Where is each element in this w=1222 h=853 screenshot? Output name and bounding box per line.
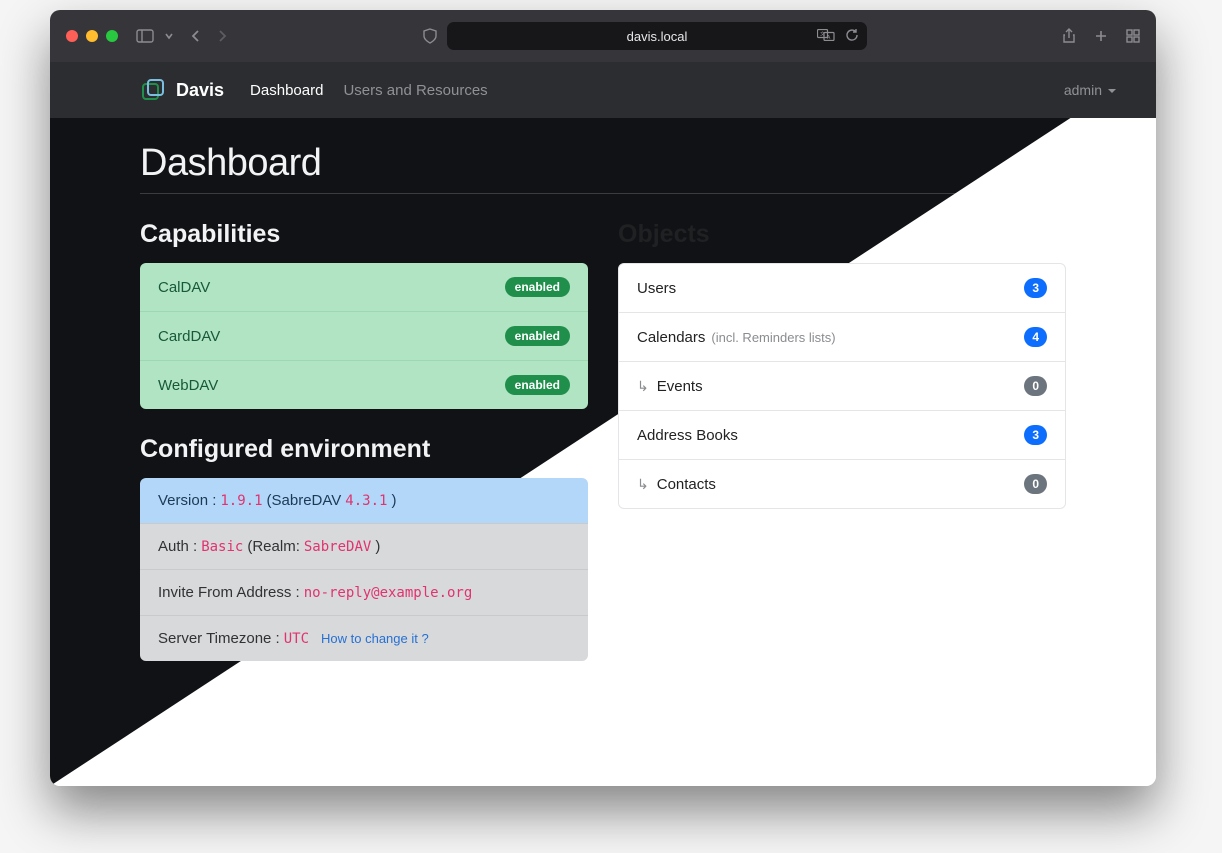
capability-name: CardDAV xyxy=(158,328,220,345)
object-label: Contacts xyxy=(657,476,716,493)
environment-list: Version : 1.9.1 (SabreDAV 4.3.1 ) Auth :… xyxy=(140,478,588,661)
object-calendars[interactable]: Calendars (incl. Reminders lists) 4 xyxy=(619,313,1065,362)
capability-webdav: WebDAV enabled xyxy=(140,361,588,409)
reload-icon[interactable] xyxy=(845,28,859,45)
object-users[interactable]: Users 3 xyxy=(619,264,1065,313)
traffic-lights xyxy=(66,30,118,42)
page-content: Davis Dashboard Users and Resources admi… xyxy=(50,62,1156,786)
svg-text:文: 文 xyxy=(820,30,825,37)
nav-link-dashboard[interactable]: Dashboard xyxy=(250,82,323,99)
browser-window: davis.local 文A xyxy=(50,10,1156,786)
env-text: ) xyxy=(375,538,380,555)
status-badge: enabled xyxy=(505,277,570,297)
indent-icon: ↳ xyxy=(637,476,649,493)
env-timezone: Server Timezone : UTC How to change it ? xyxy=(140,616,588,661)
address-bar[interactable]: davis.local 文A xyxy=(447,22,867,50)
brand-logo-icon xyxy=(140,77,166,103)
left-column: Capabilities CalDAV enabled CardDAV enab… xyxy=(140,220,588,661)
object-label: Events xyxy=(657,378,703,395)
nav-links: Dashboard Users and Resources xyxy=(250,82,488,99)
env-value: SabreDAV xyxy=(304,539,371,555)
object-note: (incl. Reminders lists) xyxy=(711,330,835,345)
env-value: UTC xyxy=(284,631,309,647)
maximize-window-button[interactable] xyxy=(106,30,118,42)
translate-icon[interactable]: 文A xyxy=(817,29,835,44)
minimize-window-button[interactable] xyxy=(86,30,98,42)
svg-text:A: A xyxy=(827,34,831,40)
object-events[interactable]: ↳ Events 0 xyxy=(619,362,1065,411)
env-invite-from: Invite From Address : no-reply@example.o… xyxy=(140,570,588,616)
count-badge: 0 xyxy=(1024,474,1047,494)
chevron-down-icon xyxy=(1108,82,1116,98)
objects-list: Users 3 Calendars (incl. Reminders lists… xyxy=(618,263,1066,509)
env-text: (Realm: xyxy=(247,538,300,555)
chevron-down-icon[interactable] xyxy=(164,31,174,41)
env-text: (SabreDAV xyxy=(267,492,342,509)
count-badge: 0 xyxy=(1024,376,1047,396)
brand-name: Davis xyxy=(176,80,224,101)
env-label: Server Timezone : xyxy=(158,630,280,647)
objects-heading: Objects xyxy=(618,220,1066,249)
env-version: Version : 1.9.1 (SabreDAV 4.3.1 ) xyxy=(140,478,588,524)
env-label: Invite From Address : xyxy=(158,584,300,601)
capability-carddav: CardDAV enabled xyxy=(140,312,588,361)
back-button[interactable] xyxy=(190,29,202,43)
browser-chrome: davis.local 文A xyxy=(50,10,1156,62)
env-auth: Auth : Basic (Realm: SabreDAV ) xyxy=(140,524,588,570)
object-contacts[interactable]: ↳ Contacts 0 xyxy=(619,460,1065,508)
capabilities-heading: Capabilities xyxy=(140,220,588,249)
tab-overview-icon[interactable] xyxy=(1126,29,1140,43)
capability-caldav: CalDAV enabled xyxy=(140,263,588,312)
count-badge: 4 xyxy=(1024,327,1047,347)
nav-buttons xyxy=(190,29,228,43)
tz-help-link[interactable]: How to change it ? xyxy=(321,631,429,646)
count-badge: 3 xyxy=(1024,425,1047,445)
object-label: Users xyxy=(637,280,676,297)
env-label: Version : xyxy=(158,492,216,509)
shield-icon[interactable] xyxy=(423,28,437,44)
brand[interactable]: Davis xyxy=(140,77,224,103)
app-navbar: Davis Dashboard Users and Resources admi… xyxy=(50,62,1156,118)
close-window-button[interactable] xyxy=(66,30,78,42)
object-label: Address Books xyxy=(637,427,738,444)
count-badge: 3 xyxy=(1024,278,1047,298)
env-value: Basic xyxy=(201,539,243,555)
status-badge: enabled xyxy=(505,375,570,395)
capability-name: CalDAV xyxy=(158,279,210,296)
page-title: Dashboard xyxy=(140,142,1066,194)
new-tab-icon[interactable] xyxy=(1094,29,1108,43)
share-icon[interactable] xyxy=(1062,28,1076,44)
indent-icon: ↳ xyxy=(637,378,649,395)
env-value: 1.9.1 xyxy=(220,493,262,509)
env-value: no-reply@example.org xyxy=(304,585,473,601)
user-menu-label: admin xyxy=(1064,82,1102,98)
capabilities-list: CalDAV enabled CardDAV enabled WebDAV en… xyxy=(140,263,588,409)
status-badge: enabled xyxy=(505,326,570,346)
forward-button[interactable] xyxy=(216,29,228,43)
object-label: Calendars xyxy=(637,329,705,346)
right-column: Objects Users 3 Calendars (incl. Reminde… xyxy=(618,220,1066,661)
env-value: 4.3.1 xyxy=(345,493,387,509)
env-label: Auth : xyxy=(158,538,197,555)
user-menu[interactable]: admin xyxy=(1064,82,1116,98)
env-text: ) xyxy=(391,492,396,509)
capability-name: WebDAV xyxy=(158,377,218,394)
address-text: davis.local xyxy=(627,29,688,44)
nav-link-users-resources[interactable]: Users and Resources xyxy=(343,82,487,99)
object-address-books[interactable]: Address Books 3 xyxy=(619,411,1065,460)
sidebar-toggle-icon[interactable] xyxy=(136,29,154,43)
environment-heading: Configured environment xyxy=(140,435,588,464)
